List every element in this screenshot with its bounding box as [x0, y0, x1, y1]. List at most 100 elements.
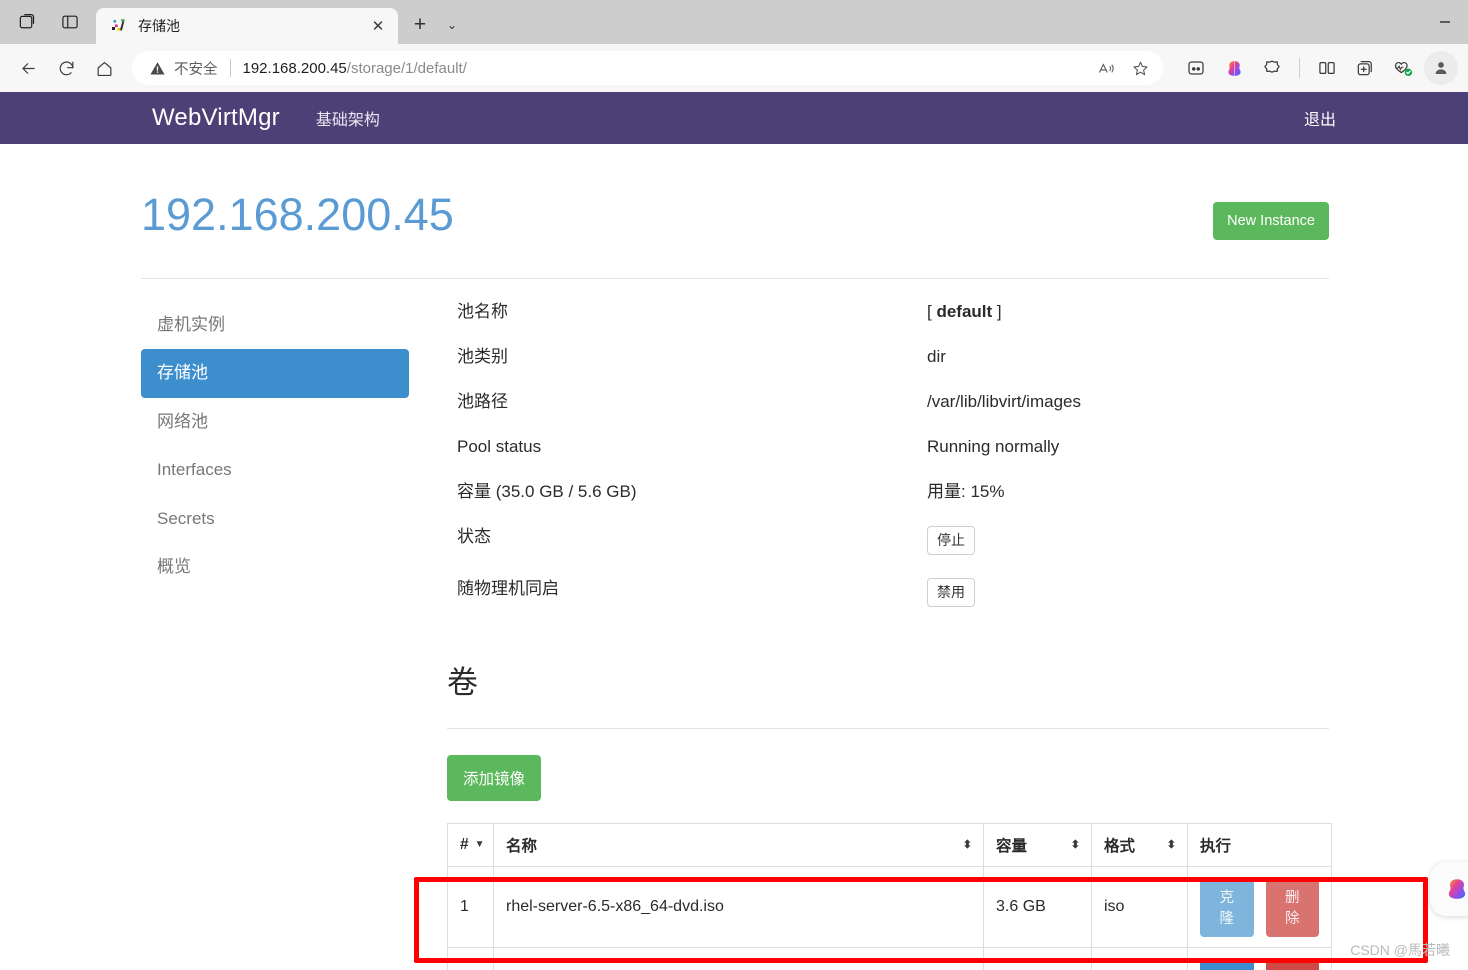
sidebar-item-instances[interactable]: 虚机实例 — [141, 301, 409, 349]
sidebar-item-network-pools[interactable]: 网络池 — [141, 398, 409, 446]
tab-title: 存储池 — [138, 18, 180, 34]
cell-index: 1 — [447, 866, 494, 949]
cell-size: 3.6 GB — [983, 866, 1092, 949]
detail-label-capacity: 容量 (35.0 GB / 5.6 GB) — [457, 482, 637, 502]
detail-label-pool-path: 池路径 — [457, 392, 508, 412]
health-extension-icon[interactable] — [1386, 51, 1420, 85]
tab-strip: 存储池 ✕ + ⌄ — [0, 0, 1468, 44]
delete-volume-button[interactable]: 删除 — [1265, 877, 1319, 938]
sidebar-item-overview[interactable]: 概览 — [141, 543, 409, 591]
read-aloud-icon[interactable] — [1090, 53, 1122, 83]
detail-label-pool-type: 池类别 — [457, 347, 508, 367]
disable-autostart-button[interactable]: 禁用 — [927, 578, 975, 608]
favorite-star-icon[interactable] — [1124, 53, 1156, 83]
split-screen-icon[interactable] — [1310, 51, 1344, 85]
profile-icon[interactable] — [1424, 51, 1458, 85]
column-header-format-label: 格式 — [1104, 838, 1136, 856]
window-controls — [1422, 0, 1468, 44]
security-warning[interactable]: 不安全 — [149, 58, 218, 79]
tabstrip-left-controls — [0, 0, 90, 44]
cell-index: 2 — [447, 947, 494, 970]
detail-row-state: 状态 停止 — [457, 526, 1329, 556]
cell-name: redhat6.img — [493, 947, 984, 970]
sidebar-item-interfaces[interactable]: Interfaces — [141, 446, 409, 494]
new-instance-button[interactable]: New Instance — [1213, 202, 1329, 240]
stop-pool-button[interactable]: 停止 — [927, 526, 975, 556]
clone-volume-button[interactable]: 克隆 — [1200, 877, 1254, 938]
detail-row-pool-path: 池路径 /var/lib/libvirt/images — [457, 391, 1329, 413]
column-header-size[interactable]: 容量 ⬍ — [983, 823, 1092, 868]
column-header-index-label: # — [460, 836, 469, 854]
address-bar-url[interactable]: 192.168.200.45/storage/1/default/ — [243, 60, 1091, 77]
webvirtmgr-favicon — [110, 17, 128, 35]
home-button[interactable] — [86, 50, 122, 86]
column-header-index[interactable]: # ▼ — [447, 823, 494, 868]
volumes-table-head: # ▼ 名称 ⬍ 容量 ⬍ 格式 ⬍ 执行 — [447, 823, 1332, 868]
detail-value-pool-type: dir — [927, 347, 946, 367]
app-brand[interactable]: WebVirtMgr — [152, 104, 280, 132]
browser-tab[interactable]: 存储池 ✕ — [96, 8, 398, 44]
column-header-format[interactable]: 格式 ⬍ — [1091, 823, 1188, 868]
sidebar-nav: 虚机实例 存储池 网络池 Interfaces Secrets 概览 — [139, 301, 409, 630]
sort-both-icon: ⬍ — [1166, 838, 1176, 851]
tab-list-chevron-down-icon[interactable]: ⌄ — [436, 9, 468, 41]
sidebar-item-storage-pools[interactable]: 存储池 — [141, 349, 409, 398]
new-tab-button[interactable]: + — [404, 9, 436, 41]
minimize-button[interactable] — [1422, 5, 1468, 39]
detail-label-pool-name: 池名称 — [457, 302, 508, 321]
browser-essentials-icon[interactable] — [1255, 51, 1289, 85]
security-warning-text: 不安全 — [174, 61, 218, 78]
workspaces-icon[interactable] — [6, 5, 46, 39]
collections-icon[interactable] — [1179, 51, 1213, 85]
cell-size: 20.0 GB — [983, 947, 1092, 970]
volumes-table-body: 1 rhel-server-6.5-x86_64-dvd.iso 3.6 GB … — [447, 866, 1332, 970]
url-path: /storage/1/default/ — [346, 59, 467, 77]
column-header-name-label: 名称 — [506, 838, 538, 856]
cell-name: rhel-server-6.5-x86_64-dvd.iso — [493, 866, 984, 949]
cell-format: qcow2 — [1091, 947, 1188, 970]
navbar-item-infrastructure[interactable]: 基础架构 — [316, 106, 380, 130]
detail-value-autostart: 禁用 — [927, 578, 975, 608]
toolbar-divider — [1299, 58, 1300, 78]
copilot-icon[interactable] — [1217, 51, 1251, 85]
delete-volume-button[interactable]: 删除 — [1265, 958, 1319, 970]
sort-desc-icon: ▼ — [474, 839, 485, 851]
detail-label-pool-status: Pool status — [457, 437, 542, 457]
logout-link[interactable]: 退出 — [1304, 112, 1336, 129]
cell-actions: 克隆 删除 — [1187, 947, 1332, 970]
pool-name-value: default — [936, 302, 993, 321]
detail-value-pool-status: Running normally — [927, 437, 1060, 457]
refresh-button[interactable] — [48, 50, 84, 86]
add-image-button[interactable]: 添加镜像 — [447, 755, 542, 802]
detail-label-autostart: 随物理机同启 — [457, 579, 559, 599]
add-to-collection-icon[interactable] — [1348, 51, 1382, 85]
table-row: 1 rhel-server-6.5-x86_64-dvd.iso 3.6 GB … — [447, 866, 1332, 949]
tab-actions-pane-icon[interactable] — [50, 5, 90, 39]
watermark-text: CSDN @馬若曦 — [1350, 942, 1450, 958]
sort-both-icon: ⬍ — [962, 838, 972, 851]
page-title: 192.168.200.45 — [141, 189, 454, 240]
address-bar[interactable]: 不安全 192.168.200.45/storage/1/default/ — [132, 51, 1163, 85]
column-header-name[interactable]: 名称 ⬍ — [493, 823, 984, 868]
sidebar-item-secrets[interactable]: Secrets — [141, 495, 409, 543]
page-header: 192.168.200.45 New Instance — [139, 144, 1329, 240]
detail-value-state: 停止 — [927, 526, 975, 556]
content-row: 虚机实例 存储池 网络池 Interfaces Secrets 概览 池名称 [… — [139, 279, 1329, 630]
detail-value-usage: 用量: 15% — [927, 482, 1005, 502]
tab-close-icon[interactable]: ✕ — [366, 14, 390, 38]
detail-row-pool-type: 池类别 dir — [457, 346, 1329, 368]
column-header-actions-label: 执行 — [1200, 838, 1232, 856]
volumes-section: 卷 添加镜像 # ▼ 名称 ⬍ 容量 ⬍ 格式 ⬍ 执行 1 rhel-serv… — [139, 665, 1332, 970]
copilot-floating-button[interactable] — [1430, 862, 1468, 916]
detail-row-pool-status: Pool status Running normally — [457, 436, 1329, 458]
browser-window: 存储池 ✕ + ⌄ 不安全 192.168.200.45/storage/1/d… — [0, 0, 1468, 970]
volumes-section-title: 卷 — [447, 665, 478, 701]
volumes-table: # ▼ 名称 ⬍ 容量 ⬍ 格式 ⬍ 执行 1 rhel-server-6.5-… — [447, 823, 1332, 970]
table-row: 2 redhat6.img 20.0 GB qcow2 克隆 删除 — [447, 947, 1332, 970]
clone-volume-button[interactable]: 克隆 — [1200, 958, 1254, 970]
pool-detail-list: 池名称 [ default ] 池类别 dir 池路径 /var/lib/lib… — [409, 301, 1329, 630]
back-button[interactable] — [10, 50, 46, 86]
app-navbar: WebVirtMgr 基础架构 退出 — [0, 92, 1468, 144]
detail-value-pool-path: /var/lib/libvirt/images — [927, 392, 1081, 412]
page-viewport: WebVirtMgr 基础架构 退出 192.168.200.45 New In… — [0, 92, 1468, 970]
